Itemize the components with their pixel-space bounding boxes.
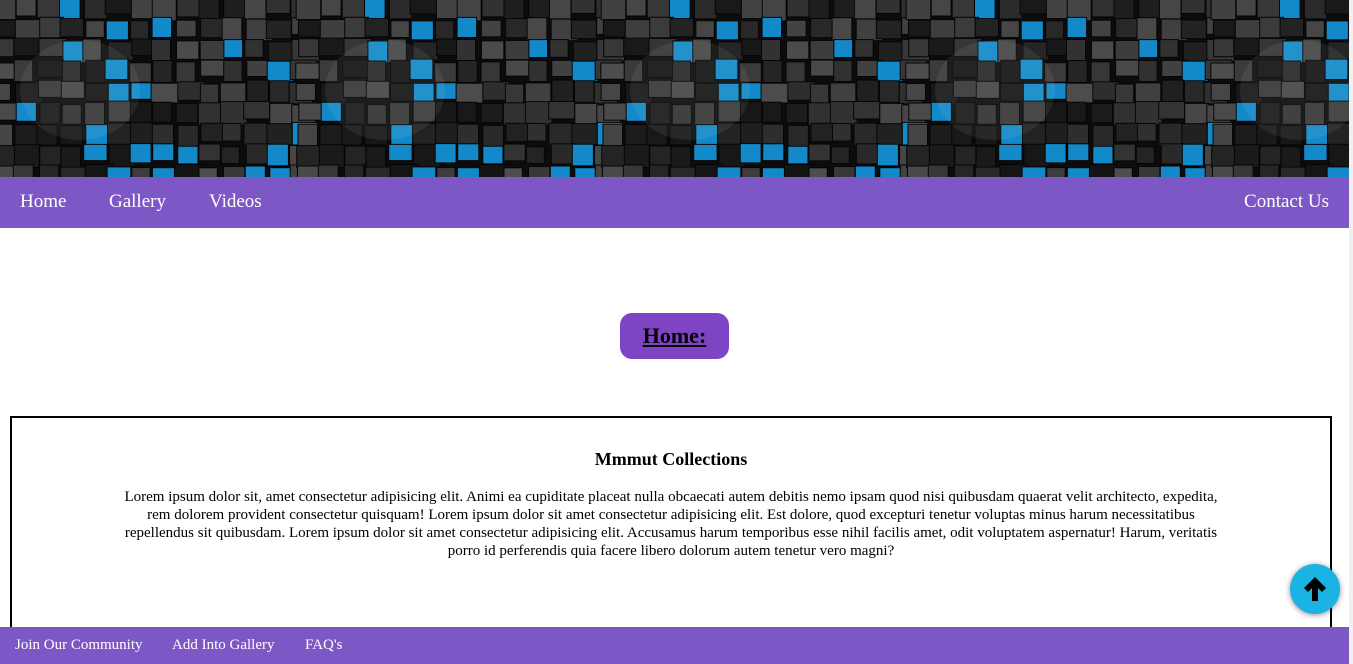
nav-link-contact-us[interactable]: Contact Us [1244,191,1329,213]
nav-link-home[interactable]: Home [20,191,66,213]
top-navbar: Home Gallery Videos Contact Us [0,177,1349,228]
section-heading-badge: Home: [620,313,729,359]
nav-link-videos[interactable]: Videos [209,191,262,213]
banner-pattern [0,0,1349,177]
footer-link-add-into-gallery[interactable]: Add Into Gallery [172,637,274,654]
header-banner-image [0,0,1349,177]
arrow-up-icon [1304,577,1326,601]
nav-link-gallery[interactable]: Gallery [109,191,166,213]
footer-bar: Join Our Community Add Into Gallery FAQ'… [0,627,1349,664]
card-body: Lorem ipsum dolor sit, amet consectetur … [124,489,1218,559]
scroll-to-top-button[interactable] [1290,564,1340,614]
section-heading: Home: [642,323,707,348]
page: Home Gallery Videos Contact Us Home: Mmm… [0,0,1353,664]
collection-card: Mmmut Collections Lorem ipsum dolor sit,… [10,416,1332,660]
scrollbar[interactable] [1349,0,1353,664]
footer-link-faqs[interactable]: FAQ's [305,637,342,654]
card-title: Mmmut Collections [594,449,748,469]
footer-link-join-community[interactable]: Join Our Community [15,637,143,654]
